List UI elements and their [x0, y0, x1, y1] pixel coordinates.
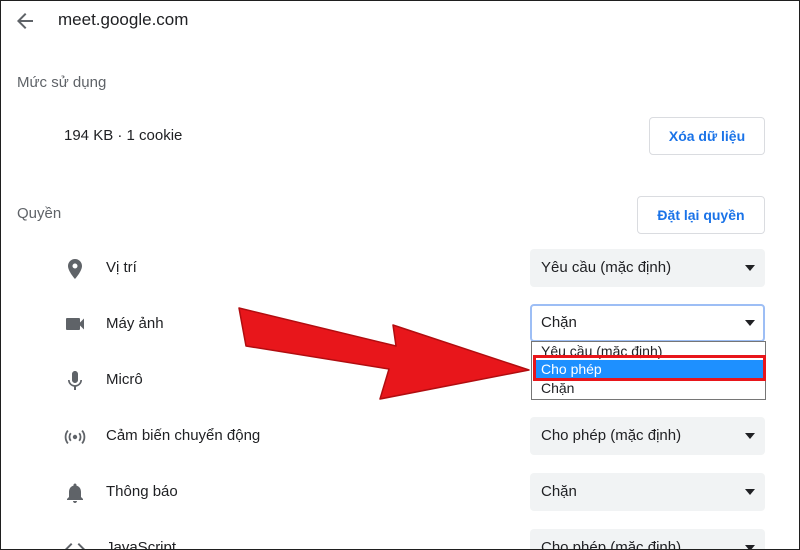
annotation-arrow [238, 307, 530, 400]
site-settings-page: meet.google.com Mức sử dụng 194 KB · 1 c… [0, 0, 800, 550]
